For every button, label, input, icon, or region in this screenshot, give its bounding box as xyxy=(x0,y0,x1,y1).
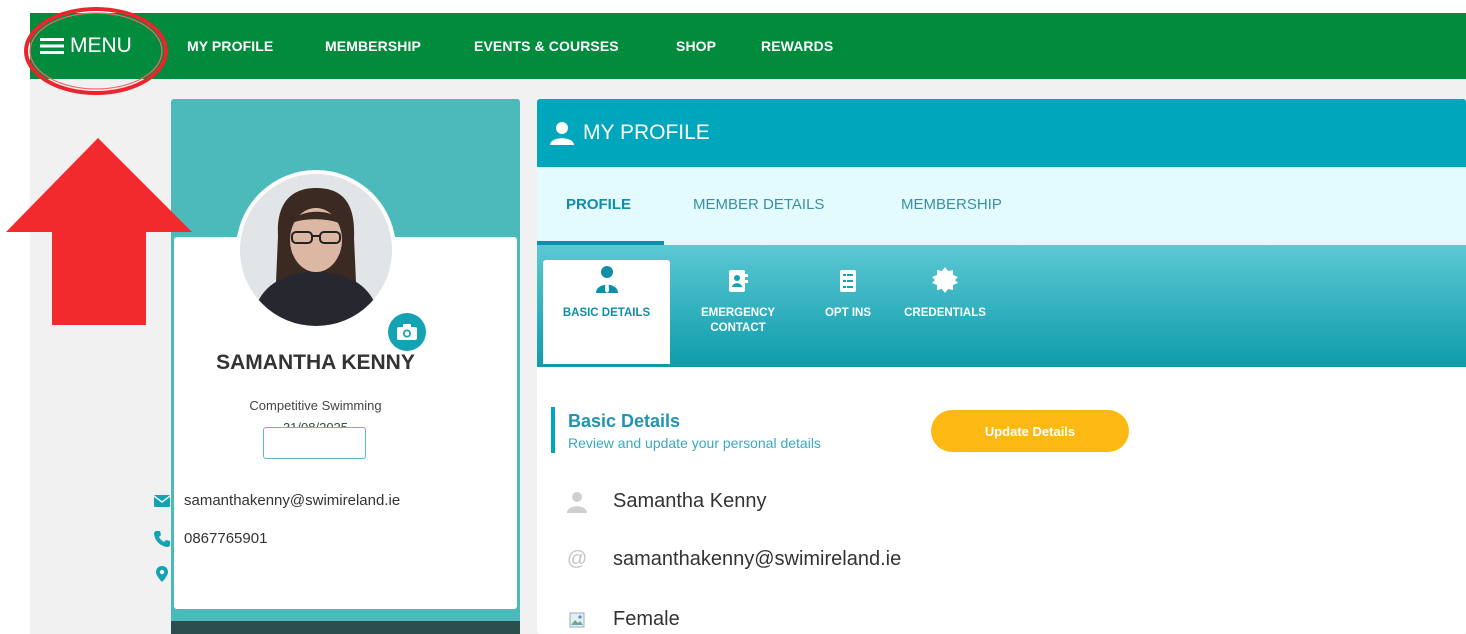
detail-email-value: samanthakenny@swimireland.ie xyxy=(613,548,902,570)
nav-link-events-courses[interactable]: EVENTS & COURSES xyxy=(474,38,619,54)
profile-panel: MY PROFILE PROFILE MEMBER DETAILS MEMBER… xyxy=(537,99,1466,634)
member-name: SAMANTHA KENNY xyxy=(216,351,415,374)
camera-icon xyxy=(397,324,417,340)
tab-profile[interactable]: PROFILE xyxy=(566,196,631,213)
profile-tabs: PROFILE MEMBER DETAILS MEMBERSHIP xyxy=(537,167,1466,245)
subtab-basic-details[interactable]: BASIC DETAILS xyxy=(543,260,670,364)
subtab-opt-ins-label: OPT INS xyxy=(824,307,871,319)
hamburger-icon xyxy=(40,38,64,54)
membership-type: Competitive Swimming xyxy=(249,398,382,413)
phone-icon xyxy=(154,530,170,547)
subtab-credentials[interactable]: CREDENTIALS xyxy=(895,263,995,321)
section-title: Basic Details xyxy=(568,411,681,431)
at-icon: @ xyxy=(566,548,588,570)
nav-link-membership[interactable]: MEMBERSHIP xyxy=(325,38,421,54)
tab-member-details[interactable]: MEMBER DETAILS xyxy=(693,196,824,213)
contact-phone: 0867765901 xyxy=(184,530,268,547)
detail-gender-row: Female xyxy=(567,608,680,631)
subtab-basic-details-label: BASIC DETAILS xyxy=(562,307,651,319)
detail-gender-value: Female xyxy=(613,608,680,630)
contact-location-row xyxy=(154,566,184,582)
map-pin-icon xyxy=(156,566,168,582)
checklist-icon xyxy=(840,270,856,292)
subtab-credentials-label: CREDENTIALS xyxy=(904,307,986,319)
person-tie-icon xyxy=(595,266,618,293)
menu-button[interactable]: MENU xyxy=(40,31,132,61)
detail-name-value: Samantha Kenny xyxy=(613,490,767,512)
detail-name-row: Samantha Kenny xyxy=(567,490,766,513)
detail-email-row: @ samanthakenny@swimireland.ie xyxy=(567,548,901,571)
menu-label: MENU xyxy=(70,34,132,57)
update-details-button[interactable]: Update Details xyxy=(931,410,1129,452)
profile-avatar xyxy=(236,170,396,330)
profile-photo xyxy=(240,174,392,326)
broken-image-icon xyxy=(569,612,585,627)
tab-membership[interactable]: MEMBERSHIP xyxy=(901,196,1002,213)
contact-phone-row: 0867765901 xyxy=(154,530,267,547)
badge-icon xyxy=(932,267,958,293)
user-icon xyxy=(550,122,574,145)
contact-card-icon xyxy=(729,270,748,292)
section-accent-bar xyxy=(551,407,555,453)
detail-subtabs: BASIC DETAILS EMERGENCY CONTACT OPT INS … xyxy=(537,245,1466,367)
panel-header: MY PROFILE xyxy=(537,99,1466,167)
subtab-emergency-contact[interactable]: EMERGENCY CONTACT xyxy=(689,263,787,336)
contact-email: samanthakenny@swimireland.ie xyxy=(184,492,401,509)
panel-title: MY PROFILE xyxy=(583,121,710,144)
nav-link-rewards[interactable]: REWARDS xyxy=(761,38,833,54)
membership-status-box xyxy=(263,427,366,459)
profile-card-footer xyxy=(171,621,520,634)
envelope-icon xyxy=(154,494,170,507)
contact-email-row: samanthakenny@swimireland.ie xyxy=(154,492,400,509)
top-nav-bar: MENU MY PROFILE MEMBERSHIP EVENTS & COUR… xyxy=(30,13,1466,79)
change-photo-button[interactable] xyxy=(388,313,426,351)
nav-link-shop[interactable]: SHOP xyxy=(676,38,716,54)
nav-link-my-profile[interactable]: MY PROFILE xyxy=(187,38,273,54)
subtab-opt-ins[interactable]: OPT INS xyxy=(817,263,879,321)
section-subtitle: Review and update your personal details xyxy=(568,435,821,451)
person-icon xyxy=(567,491,587,513)
subtab-emergency-contact-label: EMERGENCY CONTACT xyxy=(700,307,776,334)
